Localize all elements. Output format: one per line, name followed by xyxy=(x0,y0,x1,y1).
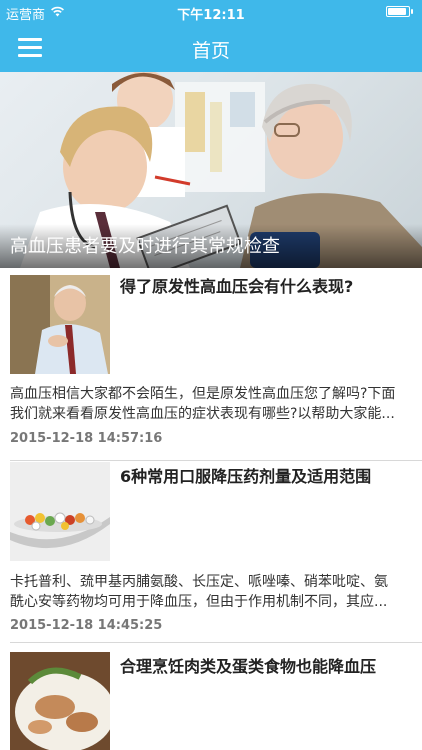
article-thumbnail xyxy=(10,275,110,374)
article-summary: 高血压相信大家都不会陌生，但是原发性高血压您了解吗?下面 我们就来看看原发性高血… xyxy=(10,384,414,424)
article-item[interactable]: 得了原发性高血压会有什么表现? 高血压相信大家都不会陌生，但是原发性高血压您了解… xyxy=(0,268,422,461)
article-date: 2015-12-18 14:57:16 xyxy=(10,431,163,446)
article-summary: 卡托普利、巯甲基丙脯氨酸、长压定、哌唑嗪、硝苯吡啶、氨 酰心安等药物均可用于降血… xyxy=(10,572,414,612)
article-title: 合理烹饪肉类及蛋类食物也能降血压 xyxy=(120,657,377,676)
status-bar: 运营商 下午12:11 xyxy=(0,0,422,24)
article-thumbnail xyxy=(10,462,110,561)
hero-banner[interactable]: 高血压患者要及时进行其常规检查 xyxy=(0,72,422,268)
article-summary-line: 卡托普利、巯甲基丙脯氨酸、长压定、哌唑嗪、硝苯吡啶、氨 xyxy=(10,574,388,590)
battery-icon xyxy=(386,6,413,17)
hero-caption: 高血压患者要及时进行其常规检查 xyxy=(0,224,422,268)
article-item[interactable]: 合理烹饪肉类及蛋类食物也能降血压 xyxy=(0,648,422,750)
divider xyxy=(10,642,422,643)
status-time: 下午12:11 xyxy=(177,8,245,23)
nav-bar: 首页 xyxy=(0,24,422,72)
article-thumbnail xyxy=(10,652,110,750)
article-date: 2015-12-18 14:45:25 xyxy=(10,618,163,633)
article-summary-line: 我们就来看看原发性高血压的症状表现有哪些?以帮助大家能... xyxy=(10,406,395,422)
battery-fill xyxy=(388,8,406,15)
hero-title: 高血压患者要及时进行其常规检查 xyxy=(10,236,280,257)
article-title: 6种常用口服降压药剂量及适用范围 xyxy=(120,467,372,486)
article-summary-line: 酰心安等药物均可用于降血压，但由于作用机制不同，其应... xyxy=(10,594,388,610)
page-title: 首页 xyxy=(191,40,230,62)
article-summary-line: 高血压相信大家都不会陌生，但是原发性高血压您了解吗?下面 xyxy=(10,386,396,402)
article-title: 得了原发性高血压会有什么表现? xyxy=(120,277,354,296)
article-item[interactable]: 6种常用口服降压药剂量及适用范围 卡托普利、巯甲基丙脯氨酸、长压定、哌唑嗪、硝苯… xyxy=(0,461,422,643)
